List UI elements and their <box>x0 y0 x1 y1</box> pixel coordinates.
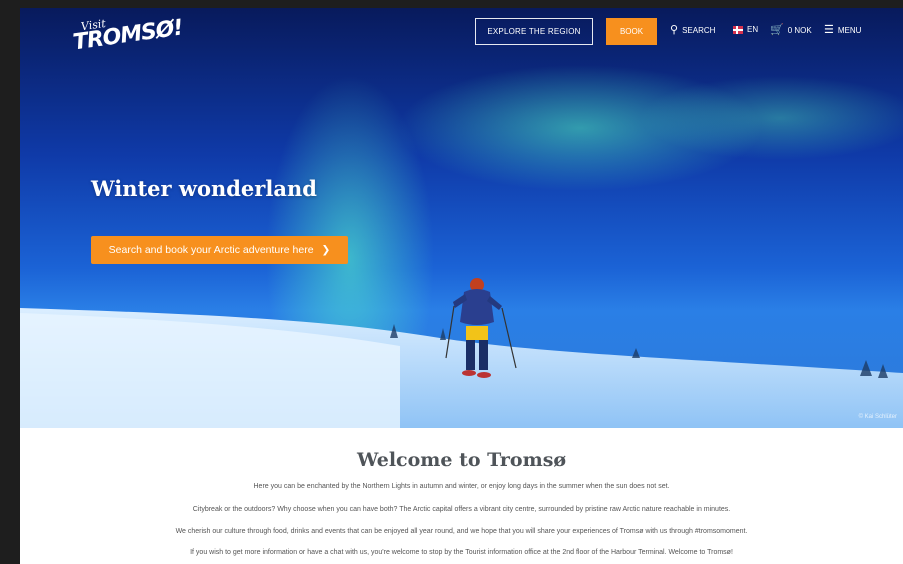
welcome-paragraph: If you wish to get more information or h… <box>190 549 733 556</box>
hero-title: Winter wonderland <box>91 176 317 201</box>
search-icon: ⚲ <box>670 24 679 36</box>
search-link[interactable]: ⚲ SEARCH <box>670 25 715 36</box>
search-label: SEARCH <box>682 26 716 35</box>
welcome-paragraph: Here you can be enchanted by the Norther… <box>253 483 670 490</box>
welcome-paragraph: Citybreak or the outdoors? Why choose wh… <box>192 506 731 513</box>
explore-region-button[interactable]: EXPLORE THE REGION <box>475 18 593 45</box>
cta-label: Search and book your Arctic adventure he… <box>108 244 314 256</box>
photo-credit: © Kai Schlüter <box>858 414 897 420</box>
welcome-title: Welcome to Tromsø <box>356 449 567 471</box>
hero-snow-scene <box>20 278 903 428</box>
language-switch[interactable]: EN <box>733 25 758 34</box>
cart-label: 0 NOK <box>787 26 812 35</box>
hamburger-icon: ☰ <box>824 24 834 36</box>
hero-section: Visit TROMSØ! EXPLORE THE REGION BOOK ⚲ … <box>20 8 903 428</box>
cart-link[interactable]: 🛒 0 NOK <box>770 25 812 36</box>
norway-flag-icon <box>733 25 743 34</box>
language-label: EN <box>747 25 759 34</box>
chevron-right-icon: ❯ <box>321 244 331 256</box>
book-button[interactable]: BOOK <box>606 18 657 45</box>
menu-label: MENU <box>837 26 862 35</box>
search-book-adventure-button[interactable]: Search and book your Arctic adventure he… <box>91 236 348 264</box>
cart-icon: 🛒 <box>770 24 784 36</box>
welcome-paragraph: We cherish our culture through food, dri… <box>175 528 748 535</box>
page-frame: Visit TROMSØ! EXPLORE THE REGION BOOK ⚲ … <box>20 8 903 564</box>
menu-button[interactable]: ☰ MENU <box>824 25 861 36</box>
